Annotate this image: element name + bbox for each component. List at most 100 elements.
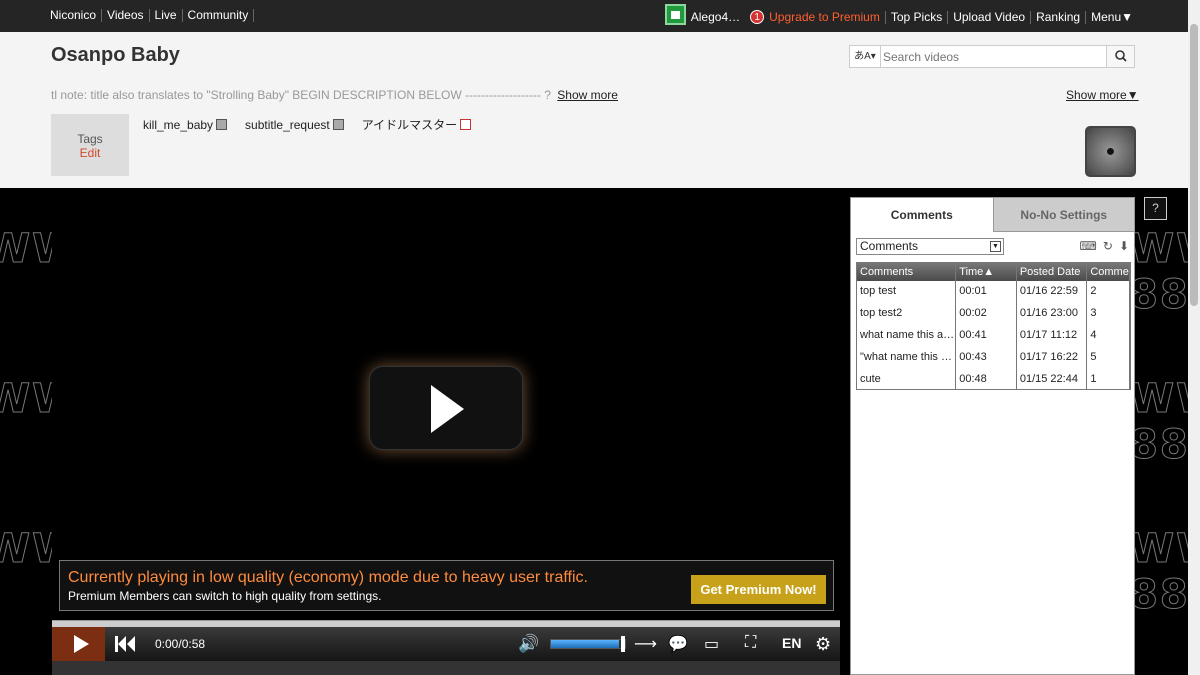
skip-back-icon[interactable]	[114, 635, 136, 653]
table-row[interactable]: top test 00:01 01/16 22:59 2	[857, 281, 1130, 303]
watermark-text: WWW 888	[1129, 376, 1188, 469]
nav-live[interactable]: Live	[150, 9, 183, 22]
username[interactable]: Alego4…	[691, 10, 740, 24]
comment-type-select[interactable]: Comments ▼	[856, 238, 1004, 255]
comment-cell: top test2	[857, 303, 957, 325]
avatar[interactable]	[664, 4, 686, 25]
page-title: Osanpo Baby	[51, 44, 180, 66]
show-more-toggle[interactable]: Show more▼	[1066, 88, 1139, 102]
select-value: Comments	[860, 239, 919, 253]
upload-video-link[interactable]: Upload Video	[947, 10, 1030, 24]
volume-knob[interactable]	[621, 636, 625, 652]
get-premium-button[interactable]: Get Premium Now!	[691, 575, 826, 604]
side-panel: Comments No-No Settings Comments ▼ ⌨ ↻ ⬇…	[850, 197, 1135, 675]
tab-nono-settings[interactable]: No-No Settings	[992, 198, 1134, 232]
keyboard-icon[interactable]: ⌨	[1080, 239, 1097, 253]
table-row[interactable]: "what name this a… 00:43 01/17 16:22 5	[857, 347, 1130, 369]
download-icon[interactable]: ⬇	[1119, 239, 1129, 253]
col-comment-no[interactable]: Comme	[1087, 263, 1130, 281]
comment-cell: "what name this a…	[857, 347, 957, 369]
volume-slider[interactable]	[550, 639, 626, 649]
time-cell: 00:41	[956, 325, 1017, 347]
col-time[interactable]: Time▲	[956, 263, 1017, 281]
tag-item[interactable]: subtitle_request	[245, 116, 344, 133]
date-cell: 01/16 23:00	[1017, 303, 1088, 325]
number-cell: 1	[1087, 369, 1130, 389]
video-description: tl note: title also translates to "Strol…	[51, 88, 618, 102]
fullscreen-icon[interactable]: ⛶	[745, 634, 756, 652]
tag-item[interactable]: アイドルマスター	[362, 116, 472, 133]
global-nav: Niconico Videos Live Community	[50, 9, 255, 22]
big-play-button[interactable]	[369, 366, 523, 450]
tag-list: kill_me_baby subtitle_request アイドルマスター	[143, 116, 489, 133]
tags-box: Tags Edit	[51, 114, 129, 176]
language-toggle[interactable]: EN	[782, 635, 801, 651]
notification-badge[interactable]: 1	[750, 10, 765, 24]
volume-fill	[551, 640, 620, 648]
search-button[interactable]	[1106, 46, 1134, 67]
number-cell: 5	[1087, 347, 1130, 369]
watermark-text: WWW 888	[1129, 226, 1188, 319]
help-button[interactable]: ?	[1144, 197, 1167, 220]
play-button[interactable]	[52, 627, 105, 661]
gear-icon[interactable]: ⚙	[815, 634, 831, 655]
uploader-icon[interactable]: ●	[1085, 126, 1136, 177]
watermark-text: WWW 888	[1129, 526, 1188, 619]
page-scrollbar[interactable]	[1188, 0, 1200, 675]
scrollbar-thumb[interactable]	[1190, 24, 1198, 306]
nav-videos[interactable]: Videos	[102, 9, 150, 22]
tag-label[interactable]: subtitle_request	[245, 118, 330, 132]
dictionary-icon[interactable]	[460, 119, 472, 130]
notice-subline: Premium Members can switch to high quali…	[68, 589, 382, 603]
apple-icon: ●	[1105, 142, 1116, 160]
play-icon	[431, 385, 464, 433]
col-comments[interactable]: Comments	[857, 263, 957, 281]
dictionary-icon[interactable]	[216, 119, 228, 130]
table-header: Comments Time▲ Posted Date Comme	[857, 263, 1130, 281]
comment-toggle-icon[interactable]: 💬	[668, 634, 688, 654]
time-display: 0:00/0:58	[155, 637, 206, 651]
tags-label: Tags	[77, 132, 103, 146]
ranking-link[interactable]: Ranking	[1030, 10, 1085, 24]
upgrade-link[interactable]: Upgrade to Premium	[769, 10, 885, 24]
number-cell: 2	[1087, 281, 1130, 303]
tag-item[interactable]: kill_me_baby	[143, 116, 228, 133]
tag-label[interactable]: アイドルマスター	[362, 116, 457, 133]
loop-icon[interactable]: ⟶	[634, 634, 657, 654]
number-cell: 4	[1087, 325, 1130, 347]
table-row[interactable]: top test2 00:02 01/16 23:00 3	[857, 303, 1130, 325]
table-row[interactable]: cute 00:48 01/15 22:44 1	[857, 369, 1130, 389]
dictionary-icon[interactable]	[332, 119, 344, 130]
top-picks-link[interactable]: Top Picks	[884, 10, 947, 24]
top-bar: Niconico Videos Live Community Alego4… 1…	[0, 0, 1188, 32]
table-row[interactable]: what name this a… 00:41 01/17 11:12 4	[857, 325, 1130, 347]
time-cell: 00:43	[956, 347, 1017, 369]
col-posted-date[interactable]: Posted Date	[1017, 263, 1088, 281]
user-menu: Alego4… 1 Upgrade to Premium Top Picks U…	[664, 4, 1138, 25]
date-cell: 01/16 22:59	[1017, 281, 1088, 303]
comment-cell: cute	[857, 369, 957, 389]
description-text: tl note: title also translates to "Strol…	[51, 88, 551, 102]
comment-cell: top test	[857, 281, 957, 303]
show-more-link[interactable]: Show more	[557, 88, 618, 102]
date-cell: 01/17 11:12	[1017, 325, 1088, 347]
tab-comments[interactable]: Comments	[851, 198, 993, 232]
time-cell: 00:01	[956, 281, 1017, 303]
volume-icon[interactable]: 🔊	[518, 634, 539, 654]
screen-size-icon[interactable]: ▭	[704, 634, 719, 654]
user-icon	[670, 10, 680, 19]
tags-edit-link[interactable]: Edit	[51, 146, 129, 160]
refresh-icon[interactable]: ↻	[1103, 239, 1113, 253]
nav-niconico[interactable]: Niconico	[50, 9, 103, 22]
menu-dropdown[interactable]: Menu▼	[1085, 10, 1138, 24]
search-input[interactable]	[883, 48, 1103, 65]
seek-bar[interactable]	[52, 620, 840, 627]
player-controls: 0:00/0:58 🔊 ⟶ 💬 ▭ ⛶ EN ⚙	[52, 627, 840, 661]
tag-label[interactable]: kill_me_baby	[143, 118, 213, 132]
notice-headline: Currently playing in low quality (econom…	[68, 569, 588, 586]
comment-input-bar[interactable]	[52, 661, 840, 675]
translate-icon[interactable]: あA▾	[850, 46, 881, 67]
search-box: あA▾	[849, 45, 1135, 68]
comment-table: Comments Time▲ Posted Date Comme top tes…	[856, 262, 1131, 390]
nav-community[interactable]: Community	[183, 9, 255, 22]
